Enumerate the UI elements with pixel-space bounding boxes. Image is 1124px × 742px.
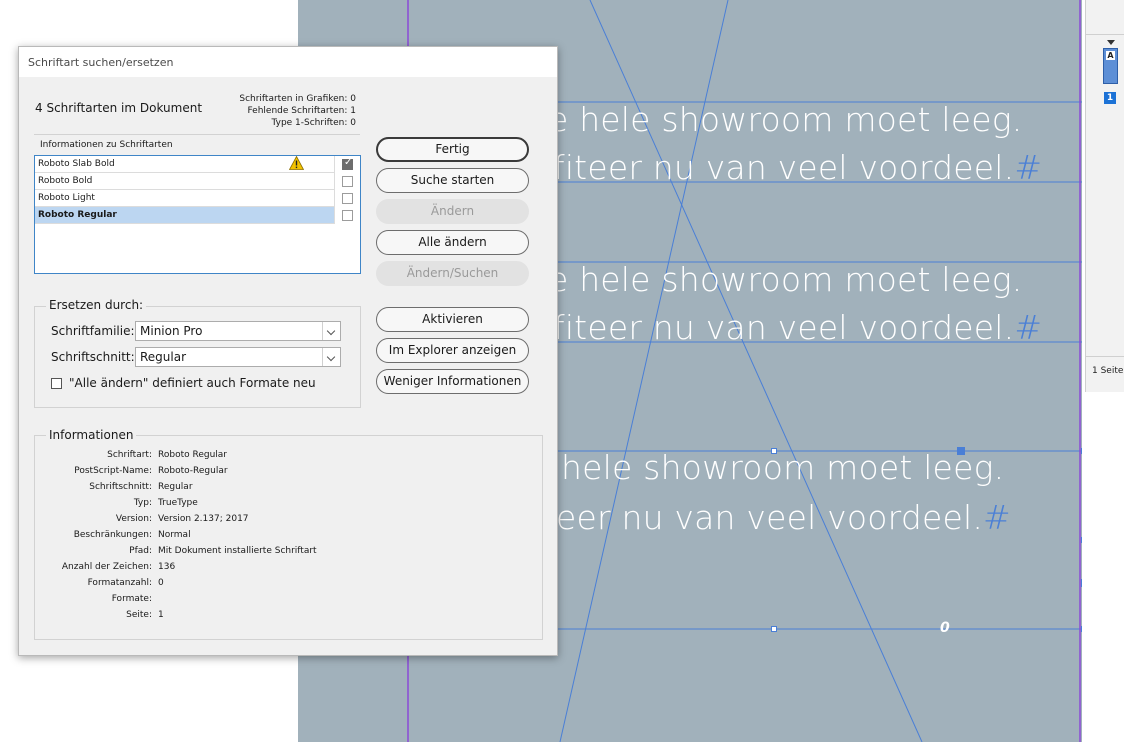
info-label: Schriftschnitt:	[89, 482, 152, 492]
reveal-in-explorer-button[interactable]: Im Explorer anzeigen	[376, 338, 529, 363]
info-label: Version:	[115, 514, 152, 524]
stat-type1: Type 1-Schriften: 0	[271, 118, 356, 128]
selection-handle[interactable]	[1081, 537, 1082, 543]
done-button[interactable]: Fertig	[376, 137, 529, 162]
divider	[34, 134, 360, 135]
info-label: Typ:	[133, 498, 152, 508]
info-value: 0	[158, 578, 164, 588]
info-label: Pfad:	[129, 546, 152, 556]
info-value: Roboto Regular	[158, 450, 227, 460]
find-font-dialog: Schriftart suchen/ersetzen 4 Schriftarte…	[18, 46, 558, 656]
info-group-title: Informationen	[46, 428, 137, 442]
warning-icon	[289, 156, 304, 170]
chevron-down-icon	[322, 348, 340, 366]
stat-missing: Fehlende Schriftarten: 1	[247, 106, 357, 116]
info-label: Anzahl der Zeichen:	[61, 562, 152, 572]
text-line: fiteer nu van veel voordeel.#	[553, 308, 1043, 347]
info-value: 136	[158, 562, 176, 572]
paragraph-end-marker: #	[983, 498, 1011, 537]
page-thumbnail[interactable]: A	[1103, 48, 1118, 84]
font-list[interactable]: Roboto Slab Bold Roboto Bold Roboto Ligh…	[34, 155, 361, 274]
info-value: 1	[158, 610, 164, 620]
selection-handle[interactable]	[1081, 626, 1082, 632]
panel-divider	[1086, 34, 1124, 35]
page-count: 1 Seite	[1092, 366, 1124, 376]
font-row-checkbox[interactable]	[342, 210, 353, 221]
text-line: eer nu van veel voordeel.#	[556, 498, 1011, 537]
font-summary: 4 Schriftarten im Dokument	[35, 101, 203, 115]
font-row-selected[interactable]: Roboto Regular	[35, 207, 334, 224]
font-style-select[interactable]: Regular	[135, 347, 341, 367]
selection-handle[interactable]	[771, 626, 777, 632]
info-label: Seite:	[126, 610, 152, 620]
less-info-button[interactable]: Weniger Informationen	[376, 369, 529, 394]
info-label: Beschränkungen:	[73, 530, 152, 540]
info-label: Schriftart:	[107, 450, 152, 460]
paragraph-end-marker: #	[1014, 308, 1043, 347]
info-value: Version 2.137; 2017	[158, 514, 249, 524]
stat-graphics: Schriftarten in Grafiken: 0	[239, 94, 356, 104]
font-row-checkbox[interactable]	[342, 157, 353, 170]
dialog-title: Schriftart suchen/ersetzen	[28, 56, 174, 69]
font-style-label: Schriftschnitt:	[51, 350, 135, 364]
font-info-header: Informationen zu Schriftarten	[40, 140, 173, 150]
find-first-button[interactable]: Suche starten	[376, 168, 529, 193]
column-divider	[334, 156, 335, 224]
text-line: fiteer nu van veel voordeel.#	[553, 148, 1043, 187]
paragraph-end-marker: #	[1014, 148, 1043, 187]
page-number: 1	[1104, 92, 1116, 104]
panel-divider	[1086, 356, 1124, 357]
info-value: TrueType	[158, 498, 198, 508]
redefine-styles-label: "Alle ändern" definiert auch Formate neu	[69, 376, 316, 390]
change-button[interactable]: Ändern	[376, 199, 529, 224]
change-find-button[interactable]: Ändern/Suchen	[376, 261, 529, 286]
selection-handle[interactable]	[957, 447, 965, 455]
master-letter: A	[1106, 51, 1115, 60]
pages-panel: A 1 1 Seite	[1085, 0, 1124, 392]
info-table: Schriftart: Roboto Regular PostScript-Na…	[19, 450, 559, 640]
info-label: Formate:	[111, 594, 152, 604]
font-family-select[interactable]: Minion Pro	[135, 321, 341, 341]
font-row-checkbox[interactable]	[342, 176, 353, 187]
info-value: Roboto-Regular	[158, 466, 228, 476]
text-line: hele showroom moet leeg.	[561, 448, 1005, 487]
info-value: Normal	[158, 530, 191, 540]
dialog-titlebar[interactable]: Schriftart suchen/ersetzen	[19, 47, 557, 77]
info-value: Mit Dokument installierte Schriftart	[158, 546, 317, 556]
change-all-button[interactable]: Alle ändern	[376, 230, 529, 255]
overset-indicator[interactable]: 0	[940, 620, 950, 636]
chevron-down-icon	[322, 322, 340, 340]
activate-button[interactable]: Aktivieren	[376, 307, 529, 332]
selection-handle[interactable]	[1081, 448, 1082, 454]
font-family-label: Schriftfamilie:	[51, 324, 135, 338]
font-row[interactable]: Roboto Slab Bold	[35, 156, 334, 173]
replace-group-title: Ersetzen durch:	[46, 298, 147, 312]
info-label: Formatanzahl:	[87, 578, 152, 588]
font-row[interactable]: Roboto Light	[35, 190, 334, 207]
info-label: PostScript-Name:	[74, 466, 152, 476]
text-line: e hele showroom moet leeg.	[548, 100, 1023, 139]
redefine-styles-checkbox[interactable]	[51, 378, 62, 389]
page-arrow-icon	[1107, 40, 1115, 45]
font-row-checkbox[interactable]	[342, 193, 353, 204]
info-value: Regular	[158, 482, 193, 492]
font-row[interactable]: Roboto Bold	[35, 173, 334, 190]
text-line: e hele showroom moet leeg.	[548, 260, 1023, 299]
selection-handle[interactable]	[771, 448, 777, 454]
selection-handle[interactable]	[1081, 579, 1082, 587]
